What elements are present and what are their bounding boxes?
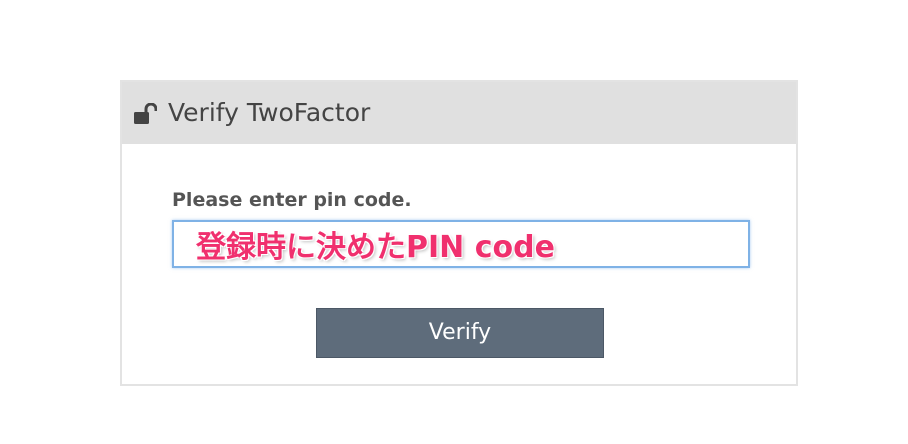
verify-button[interactable]: Verify	[316, 308, 604, 358]
panel-header: Verify TwoFactor	[122, 82, 796, 144]
pin-code-label: Please enter pin code.	[172, 189, 412, 211]
unlock-icon	[133, 102, 158, 125]
verify-twofactor-panel: Verify TwoFactor Please enter pin code. …	[120, 80, 798, 386]
panel-title: Verify TwoFactor	[168, 98, 371, 127]
pin-code-input[interactable]	[172, 220, 750, 268]
